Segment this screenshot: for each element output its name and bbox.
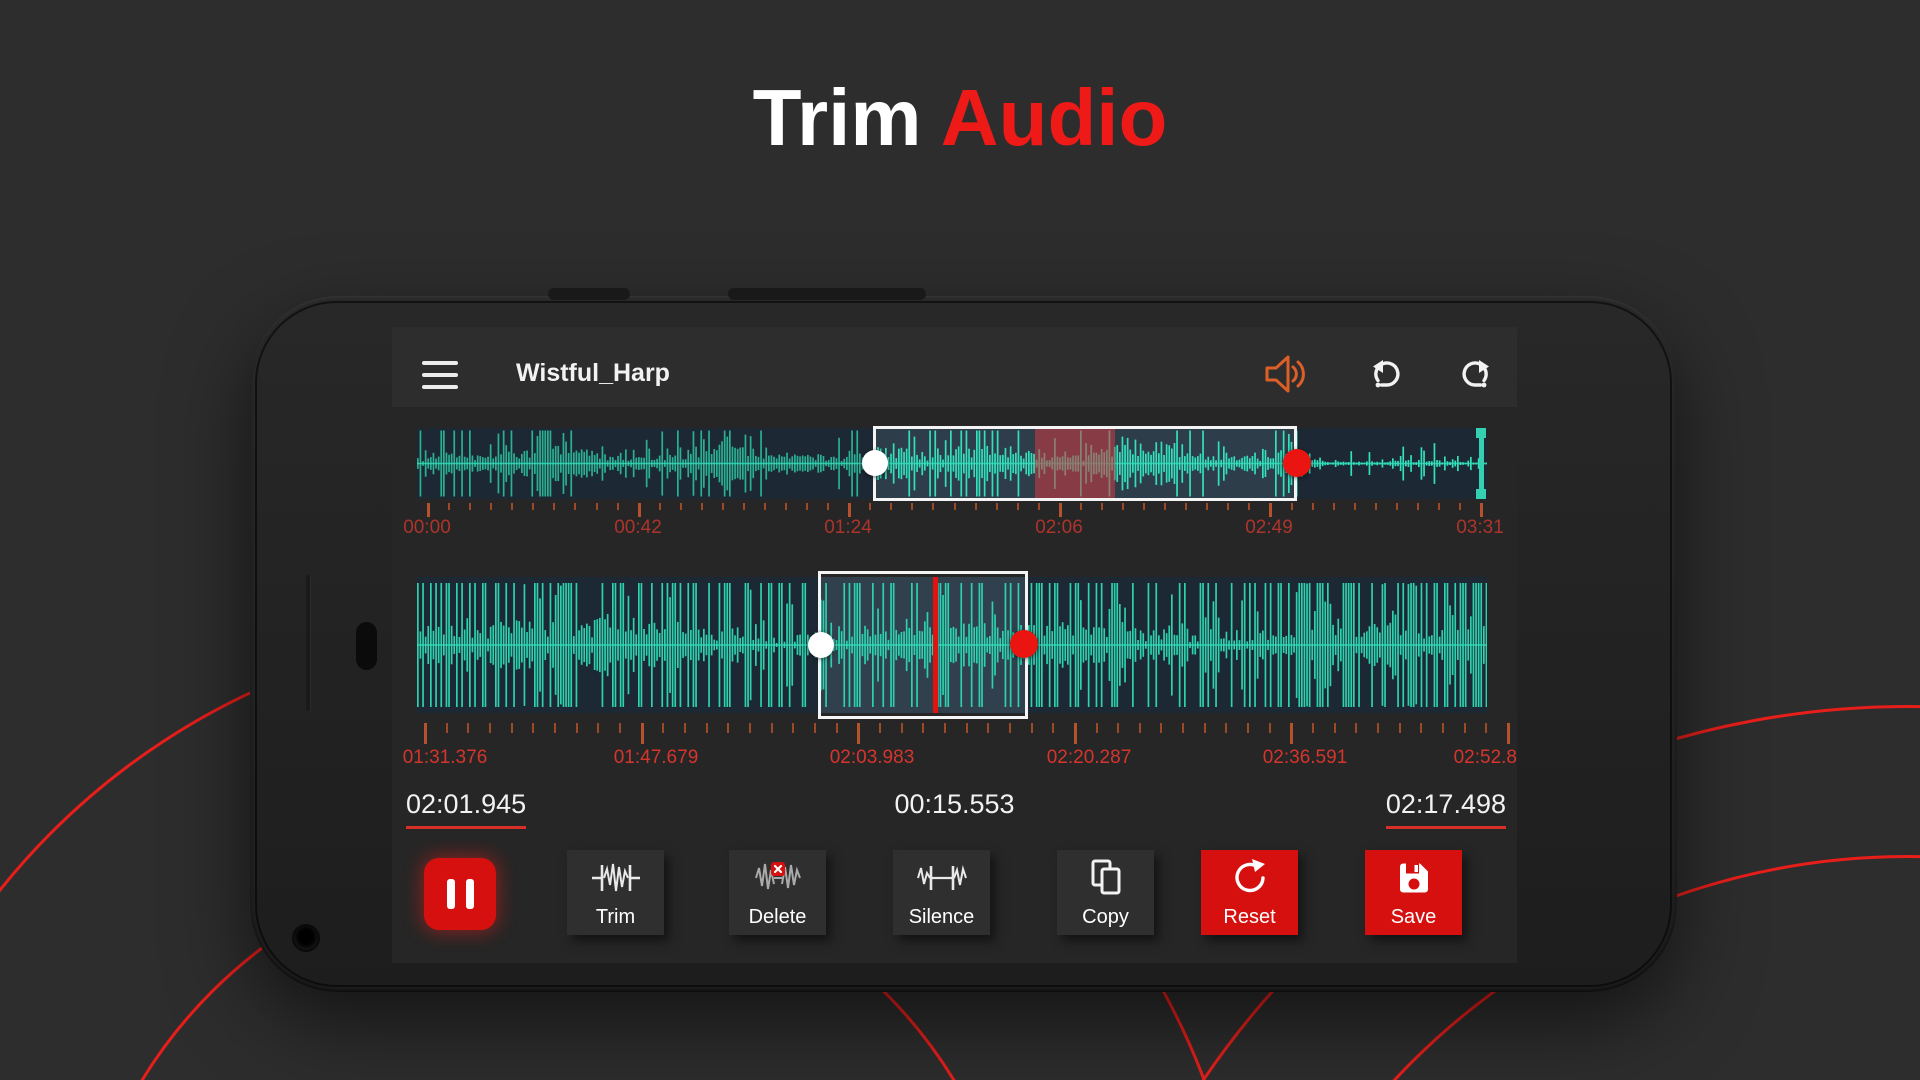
- menu-button[interactable]: [422, 361, 458, 389]
- pause-icon: [466, 879, 474, 909]
- timeline-label: 01:31.376: [392, 747, 515, 769]
- selection-end-time[interactable]: 02:17.498: [1386, 789, 1506, 820]
- zoom-start-handle[interactable]: [808, 632, 834, 658]
- delete-button[interactable]: Delete: [729, 850, 826, 935]
- page-title-red: Audio: [941, 73, 1168, 162]
- trim-button-label: Trim: [567, 906, 664, 929]
- app-toolbar: Wistful_Harp: [392, 327, 1517, 407]
- timeline-label: 01:47.679: [586, 747, 726, 769]
- page-title: Trim Audio: [0, 72, 1920, 164]
- save-button[interactable]: Save: [1365, 850, 1462, 935]
- reset-icon: [1201, 854, 1298, 902]
- phone-front-camera: [292, 924, 320, 952]
- overview-selection-frame[interactable]: [873, 426, 1297, 501]
- selection-length: 00:15.553: [392, 789, 1517, 820]
- app-screen: Wistful_Harp: [392, 327, 1517, 963]
- silence-waveform-icon: [893, 854, 990, 902]
- phone-power-button: [548, 288, 630, 300]
- zoom-selection-frame[interactable]: [818, 571, 1028, 719]
- silence-button[interactable]: Silence: [893, 850, 990, 935]
- overview-ruler: [417, 503, 1487, 518]
- phone-mockup: Wistful_Harp: [250, 296, 1677, 992]
- timeline-label: 00:42: [568, 517, 708, 539]
- trim-waveform-icon: [567, 854, 664, 902]
- timeline-label: 02:52.8: [1407, 747, 1517, 769]
- overview-end-handle[interactable]: [1283, 449, 1311, 477]
- timeline-label: 02:06: [989, 517, 1129, 539]
- promo-canvas: Trim Audio Wistful_Harp: [0, 0, 1920, 1080]
- timeline-label: 02:49: [1199, 517, 1339, 539]
- zoom-timeline-labels: 01:31.376 01:47.679 02:03.983 02:20.287 …: [392, 747, 1517, 771]
- silence-button-label: Silence: [893, 906, 990, 929]
- copy-icon: [1057, 854, 1154, 902]
- phone-volume-rocker: [728, 288, 926, 300]
- copy-button-label: Copy: [1057, 906, 1154, 929]
- timeline-label: 01:24: [778, 517, 918, 539]
- track-title: Wistful_Harp: [516, 359, 670, 388]
- phone-antenna-line: [306, 575, 310, 711]
- save-button-label: Save: [1365, 906, 1462, 929]
- delete-waveform-icon: [729, 854, 826, 902]
- track-end-marker: [1476, 428, 1486, 438]
- delete-button-label: Delete: [729, 906, 826, 929]
- reset-button-label: Reset: [1201, 906, 1298, 929]
- undo-icon[interactable]: [1368, 355, 1406, 393]
- page-title-white: Trim: [753, 73, 922, 162]
- track-end-marker: [1476, 489, 1486, 499]
- timeline-label: 03:31: [1410, 517, 1517, 539]
- overview-timeline-labels: 00:00 00:42 01:24 02:06 02:49 03:31: [392, 517, 1517, 541]
- copy-button[interactable]: Copy: [1057, 850, 1154, 935]
- zoom-ruler: [417, 723, 1487, 745]
- trim-button[interactable]: Trim: [567, 850, 664, 935]
- volume-icon[interactable]: [1260, 351, 1310, 397]
- zoom-end-handle[interactable]: [1010, 630, 1038, 658]
- timeline-label: 02:36.591: [1235, 747, 1375, 769]
- timeline-label: 02:03.983: [802, 747, 942, 769]
- timeline-label: 02:20.287: [1019, 747, 1159, 769]
- timeline-label: 00:00: [392, 517, 497, 539]
- selection-times: 02:01.945 00:15.553 02:17.498: [392, 789, 1517, 829]
- save-icon: [1365, 854, 1462, 902]
- overview-start-handle[interactable]: [862, 450, 888, 476]
- pause-button[interactable]: [424, 858, 496, 930]
- phone-earpiece: [356, 622, 377, 670]
- pause-icon: [447, 879, 455, 909]
- reset-button[interactable]: Reset: [1201, 850, 1298, 935]
- redo-icon[interactable]: [1456, 355, 1494, 393]
